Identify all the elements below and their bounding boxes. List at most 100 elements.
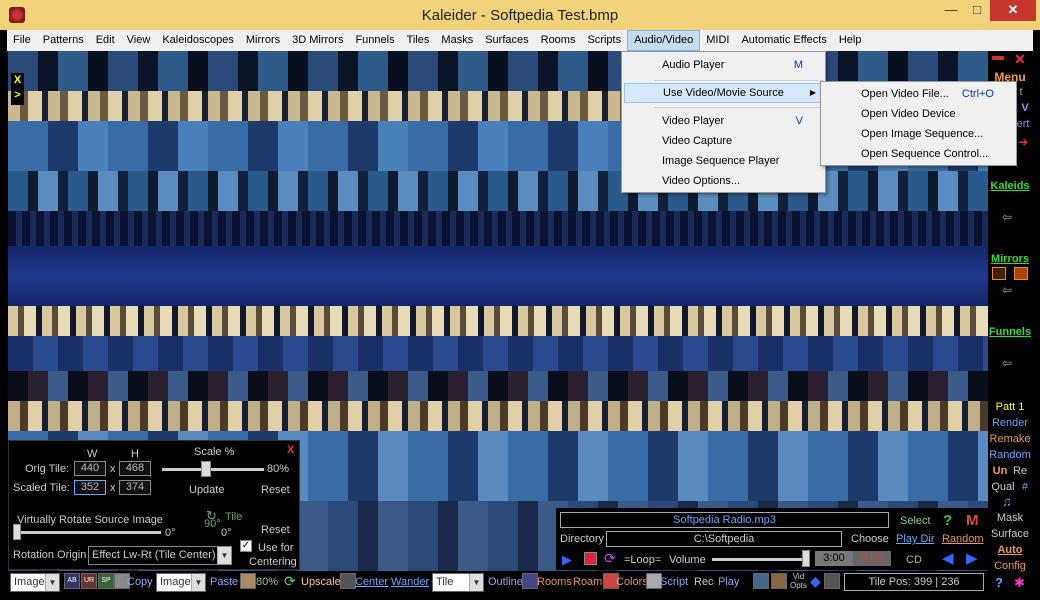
video-options-button[interactable]: Vid Opts <box>790 572 807 590</box>
reset-rotation-button[interactable]: Reset <box>261 524 290 536</box>
scale-icon[interactable] <box>240 573 256 589</box>
menu-file[interactable]: File <box>7 30 37 51</box>
remake-button[interactable]: Remake <box>988 433 1032 445</box>
roam-button[interactable]: Roam <box>573 576 602 588</box>
play-script-button[interactable]: Play <box>718 576 739 588</box>
select-button[interactable]: Select <box>900 515 931 527</box>
menu-automatic-effects[interactable]: Automatic Effects <box>735 30 832 51</box>
next-icon[interactable]: ▶ <box>966 549 978 567</box>
reset-scale-button[interactable]: Reset <box>261 484 290 496</box>
effects-icon[interactable] <box>824 573 840 589</box>
mask-button[interactable]: Mask <box>988 512 1032 524</box>
orig-height-field[interactable]: 468 <box>119 461 151 476</box>
menu-rooms[interactable]: Rooms <box>535 30 582 51</box>
menu-help[interactable]: Help <box>833 30 868 51</box>
help-q-button[interactable]: ? <box>943 512 952 529</box>
loop-icon[interactable]: ⟳ <box>604 550 616 567</box>
redo-button[interactable]: Re <box>1010 465 1030 477</box>
minus-icon[interactable] <box>992 56 1004 60</box>
ur-icon[interactable]: UR <box>81 573 97 589</box>
panel-close-icon[interactable]: X <box>287 444 294 456</box>
use-video-source-item[interactable]: Use Video/Movie Source ▶ <box>624 83 823 103</box>
rooms-button[interactable]: Rooms <box>537 576 572 588</box>
expand-arrow[interactable]: > <box>11 88 24 103</box>
cd-button[interactable]: CD <box>906 554 922 566</box>
close-x[interactable]: X <box>11 73 24 88</box>
auto-button[interactable]: Auto <box>988 544 1032 556</box>
random-play-button[interactable]: Random <box>942 533 984 545</box>
music-notes-icon[interactable]: ♫ <box>1002 494 1012 509</box>
minimize-button[interactable]: — <box>938 0 964 21</box>
open-image-sequence-item[interactable]: Open Image Sequence... <box>823 124 1014 144</box>
menu-patterns[interactable]: Patterns <box>37 30 90 51</box>
colors-button[interactable]: Colors <box>616 576 648 588</box>
scaled-height-field[interactable]: 374 <box>119 480 151 495</box>
quality-hash[interactable]: # <box>1018 481 1032 493</box>
arrow-left-icon[interactable]: ⇦ <box>1002 284 1018 296</box>
scale-slider-thumb[interactable] <box>201 461 212 477</box>
arrow-right-icon[interactable]: ➔ <box>1018 135 1028 149</box>
menu-scripts[interactable]: Scripts <box>581 30 627 51</box>
mirror-option-icon[interactable] <box>992 267 1006 280</box>
menu-mirrors[interactable]: Mirrors <box>240 30 286 51</box>
rotate-slider-thumb[interactable] <box>13 524 21 540</box>
rooms-icon[interactable] <box>522 573 538 589</box>
menu-audio-video[interactable]: Audio/Video <box>627 30 701 51</box>
quality-label[interactable]: Qual <box>988 481 1018 493</box>
menu-edit[interactable]: Edit <box>90 30 121 51</box>
close-icon[interactable]: ✕ <box>1014 51 1026 68</box>
sidebar-mirrors[interactable]: Mirrors <box>988 253 1032 265</box>
scale-percent-button[interactable]: 80% <box>256 576 278 588</box>
close-button[interactable]: ✕ <box>990 0 1036 21</box>
outline-button[interactable]: Outline <box>488 576 523 588</box>
audio-player-item[interactable]: Audio Player M <box>624 55 823 75</box>
surface-button[interactable]: Surface <box>988 528 1032 540</box>
media-m-button[interactable]: M <box>966 512 979 529</box>
pattern-number[interactable]: Patt 1 <box>988 401 1032 413</box>
menu-3d-mirrors[interactable]: 3D Mirrors <box>286 30 349 51</box>
video-options-item[interactable]: Video Options... <box>624 171 823 191</box>
open-video-file-item[interactable]: Open Video File... Ctrl+O <box>823 84 1014 104</box>
menu-funnels[interactable]: Funnels <box>349 30 400 51</box>
use-for-centering-checkbox[interactable]: ✓ <box>240 540 252 552</box>
directory-field[interactable]: C:\Softpedia <box>606 531 842 547</box>
upscale-icon[interactable]: ⟳ <box>284 573 296 590</box>
scaled-width-field[interactable]: 352 <box>74 480 106 495</box>
arrow-left-icon[interactable]: ⇦ <box>1002 211 1018 223</box>
random-button[interactable]: Random <box>988 449 1032 461</box>
volume-slider-thumb[interactable] <box>802 550 811 567</box>
center-icon[interactable] <box>340 573 356 589</box>
image-sequence-player-item[interactable]: Image Sequence Player <box>624 151 823 171</box>
paste-button[interactable]: Paste <box>210 576 238 588</box>
mirror-option-icon[interactable] <box>1014 267 1028 280</box>
upscale-button[interactable]: Upscale <box>301 576 341 588</box>
video-capture-item[interactable]: Video Capture <box>624 131 823 151</box>
menu-tiles[interactable]: Tiles <box>401 30 436 51</box>
arrow-left-icon[interactable]: ⇦ <box>1002 357 1018 369</box>
menu-midi[interactable]: MIDI <box>700 30 735 51</box>
render-button[interactable]: Render <box>988 417 1032 429</box>
sidebar-kaleids[interactable]: Kaleids <box>988 180 1032 192</box>
script-button[interactable]: Script <box>660 576 688 588</box>
image-icon[interactable] <box>771 573 787 589</box>
play-icon[interactable]: ▶ <box>562 552 572 568</box>
menu-view[interactable]: View <box>121 30 157 51</box>
maximize-button[interactable]: □ <box>964 0 990 21</box>
ab-icon[interactable]: AB <box>64 573 80 589</box>
diamond-icon[interactable]: ◆ <box>810 573 821 590</box>
config-button[interactable]: Config <box>988 560 1032 572</box>
video-player-item[interactable]: Video Player V <box>624 111 823 131</box>
open-video-device-item[interactable]: Open Video Device <box>823 104 1014 124</box>
orig-width-field[interactable]: 440 <box>74 461 106 476</box>
tile-rotate-label[interactable]: Tile <box>225 511 242 523</box>
menu-kaleidoscopes[interactable]: Kaleidoscopes <box>156 30 240 51</box>
sp-icon[interactable]: SP <box>98 573 114 589</box>
image-source-select[interactable]: Image ▼ <box>10 573 60 592</box>
previous-icon[interactable]: ◀ <box>942 549 954 567</box>
rotation-origin-select[interactable]: Effect Lw-Rt (Tile Center) ▼ <box>88 546 232 565</box>
tile-mode-select[interactable]: Tile ▼ <box>432 573 484 592</box>
menu-surfaces[interactable]: Surfaces <box>479 30 534 51</box>
sparkle-icon[interactable]: ✱ <box>1014 575 1025 591</box>
image-target-select[interactable]: Image ▼ <box>156 573 206 592</box>
record-button[interactable]: Rec <box>694 576 714 588</box>
